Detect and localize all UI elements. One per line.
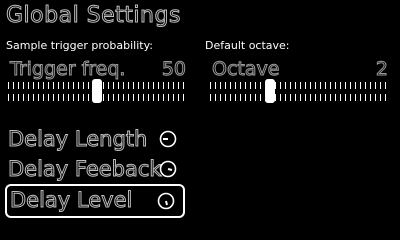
slider-value-trigger-freq: 50 <box>161 58 186 81</box>
menu-item-delay-length[interactable]: Delay Length <box>5 125 185 155</box>
menu-item-label: Delay Level <box>9 188 133 213</box>
slider-name-octave: Octave <box>211 58 280 81</box>
slider-track[interactable] <box>210 79 388 103</box>
menu-item-label: Delay Length <box>7 127 148 152</box>
page-title: Global Settings <box>6 3 181 29</box>
knob-down-icon[interactable] <box>157 192 175 210</box>
tick-row <box>210 94 388 101</box>
octave-slider[interactable]: Octave 2 <box>210 58 389 103</box>
section-label-default-octave: Default octave: <box>205 39 290 52</box>
slider-value-octave: 2 <box>375 58 388 81</box>
knob-left-icon[interactable] <box>159 130 177 148</box>
slider-thumb[interactable] <box>265 79 275 103</box>
menu-item-delay-feeback[interactable]: Delay Feeback <box>5 155 185 185</box>
slider-thumb[interactable] <box>92 79 102 103</box>
slider-name-trigger-freq: Trigger freq. <box>9 58 126 81</box>
menu-item-delay-level[interactable]: Delay Level <box>5 184 185 218</box>
menu-item-label: Delay Feeback <box>8 157 163 182</box>
trigger-freq-slider[interactable]: Trigger freq. 50 <box>8 58 187 103</box>
knob-down-right-icon[interactable] <box>159 160 177 178</box>
section-label-trigger-probability: Sample trigger probability: <box>6 39 153 52</box>
tick-row <box>210 82 388 89</box>
slider-track[interactable] <box>8 79 186 103</box>
